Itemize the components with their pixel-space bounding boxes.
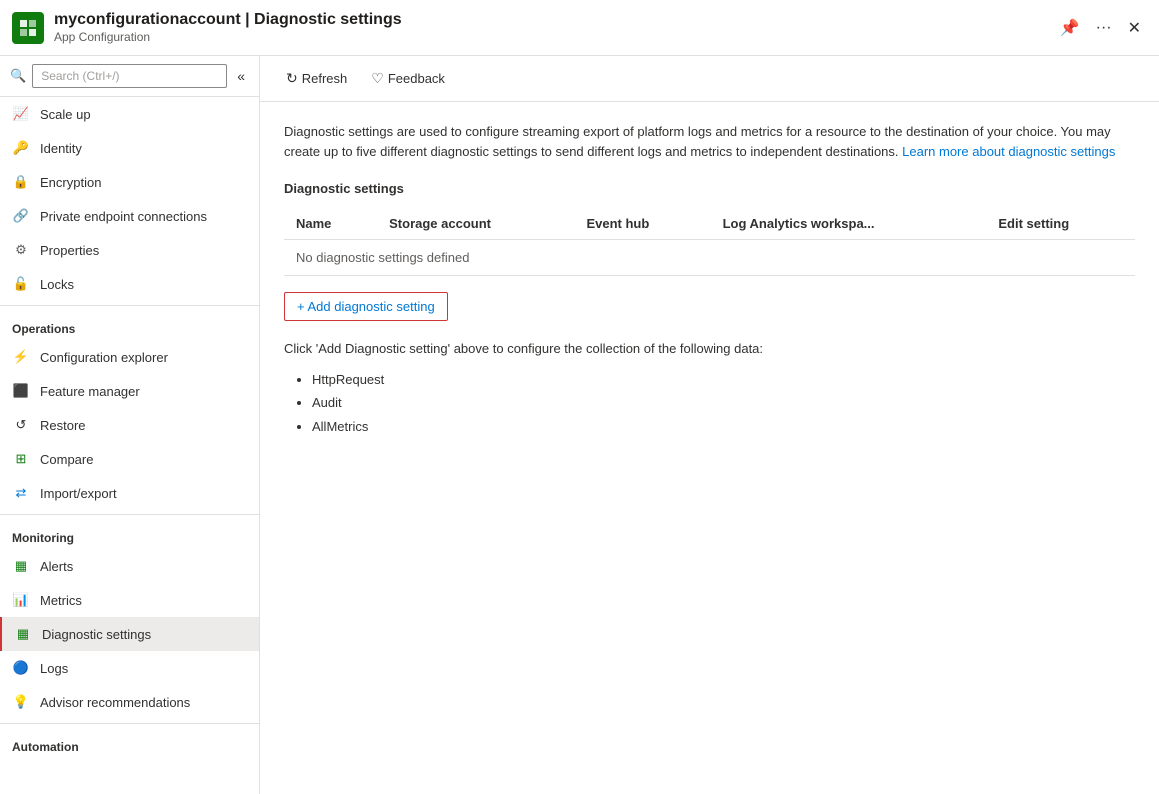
collect-description: Click 'Add Diagnostic setting' above to … (284, 341, 1135, 356)
section-operations: Operations (0, 310, 259, 340)
refresh-button[interactable]: ↻ Refresh (276, 64, 357, 93)
content-area: ↻ Refresh ♡ Feedback Diagnostic settings… (260, 56, 1159, 794)
identity-icon: 🔑 (12, 139, 30, 157)
table-empty-row: No diagnostic settings defined (284, 240, 1135, 276)
page-title: myconfigurationaccount | Diagnostic sett… (54, 11, 1054, 29)
advisor-icon: 💡 (12, 693, 30, 711)
sidebar-item-metrics[interactable]: 📊 Metrics (0, 583, 259, 617)
sidebar-item-label: Private endpoint connections (40, 209, 207, 224)
diagnostic-icon: ▦ (14, 625, 32, 643)
feedback-icon: ♡ (371, 70, 384, 87)
sidebar-item-label: Alerts (40, 559, 73, 574)
logs-icon: 🔵 (12, 659, 30, 677)
sidebar-item-config-explorer[interactable]: ⚡ Configuration explorer (0, 340, 259, 374)
sidebar-item-advisor-recommendations[interactable]: 💡 Advisor recommendations (0, 685, 259, 719)
refresh-label: Refresh (302, 71, 348, 86)
section-automation: Automation (0, 728, 259, 758)
compare-icon: ⊞ (12, 450, 30, 468)
sidebar-item-label: Restore (40, 418, 86, 433)
sidebar-item-compare[interactable]: ⊞ Compare (0, 442, 259, 476)
sidebar: 🔍 « 📈 Scale up 🔑 Identity 🔒 Encryption 🔗… (0, 56, 260, 794)
sidebar-item-encryption[interactable]: 🔒 Encryption (0, 165, 259, 199)
sidebar-item-label: Scale up (40, 107, 91, 122)
sidebar-item-locks[interactable]: 🔓 Locks (0, 267, 259, 301)
sidebar-item-label: Compare (40, 452, 93, 467)
sidebar-item-diagnostic-settings[interactable]: ▦ Diagnostic settings (0, 617, 259, 651)
scale-icon: 📈 (12, 105, 30, 123)
learn-more-link[interactable]: Learn more about diagnostic settings (902, 144, 1115, 159)
alerts-icon: ▦ (12, 557, 30, 575)
properties-icon: ⚙ (12, 241, 30, 259)
title-bar-text: myconfigurationaccount | Diagnostic sett… (54, 11, 1054, 44)
feedback-label: Feedback (388, 71, 445, 86)
section-monitoring: Monitoring (0, 519, 259, 549)
sidebar-divider-operations (0, 305, 259, 306)
sidebar-item-restore[interactable]: ↺ Restore (0, 408, 259, 442)
sidebar-item-identity[interactable]: 🔑 Identity (0, 131, 259, 165)
sidebar-item-label: Metrics (40, 593, 82, 608)
col-storage: Storage account (377, 208, 574, 240)
content-body: Diagnostic settings are used to configur… (260, 102, 1159, 794)
more-options-button[interactable]: ··· (1090, 14, 1118, 42)
sidebar-scroll: 📈 Scale up 🔑 Identity 🔒 Encryption 🔗 Pri… (0, 97, 259, 794)
collapse-button[interactable]: « (233, 66, 249, 86)
col-edit: Edit setting (986, 208, 1135, 240)
empty-message: No diagnostic settings defined (284, 240, 1135, 276)
toolbar: ↻ Refresh ♡ Feedback (260, 56, 1159, 102)
app-config-icon (12, 12, 44, 44)
description-text: Diagnostic settings are used to configur… (284, 122, 1135, 161)
list-item-httprequest: HttpRequest (312, 368, 1135, 391)
close-button[interactable]: ✕ (1122, 14, 1147, 42)
main-layout: 🔍 « 📈 Scale up 🔑 Identity 🔒 Encryption 🔗… (0, 56, 1159, 794)
sidebar-item-alerts[interactable]: ▦ Alerts (0, 549, 259, 583)
sidebar-divider-monitoring (0, 514, 259, 515)
diagnostic-settings-section-title: Diagnostic settings (284, 181, 1135, 196)
sidebar-item-label: Advisor recommendations (40, 695, 190, 710)
col-loganalytics: Log Analytics workspa... (711, 208, 987, 240)
sidebar-item-logs[interactable]: 🔵 Logs (0, 651, 259, 685)
feature-icon: ⬛ (12, 382, 30, 400)
import-icon: ⇄ (12, 484, 30, 502)
sidebar-item-label: Feature manager (40, 384, 140, 399)
refresh-icon: ↻ (286, 70, 298, 87)
sidebar-item-private-endpoint[interactable]: 🔗 Private endpoint connections (0, 199, 259, 233)
col-name: Name (284, 208, 377, 240)
sidebar-item-label: Locks (40, 277, 74, 292)
col-eventhub: Event hub (574, 208, 710, 240)
collect-items-list: HttpRequest Audit AllMetrics (284, 368, 1135, 438)
list-item-allmetrics: AllMetrics (312, 415, 1135, 438)
pin-button[interactable]: 📌 (1054, 14, 1086, 42)
restore-icon: ↺ (12, 416, 30, 434)
sidebar-item-properties[interactable]: ⚙ Properties (0, 233, 259, 267)
endpoint-icon: 🔗 (12, 207, 30, 225)
feedback-button[interactable]: ♡ Feedback (361, 64, 455, 93)
encryption-icon: 🔒 (12, 173, 30, 191)
sidebar-item-label: Configuration explorer (40, 350, 168, 365)
locks-icon: 🔓 (12, 275, 30, 293)
sidebar-item-label: Import/export (40, 486, 117, 501)
sidebar-item-label: Identity (40, 141, 82, 156)
page-subtitle: App Configuration (54, 30, 150, 44)
sidebar-item-scale-up[interactable]: 📈 Scale up (0, 97, 259, 131)
sidebar-item-label: Diagnostic settings (42, 627, 151, 642)
search-input[interactable] (32, 64, 227, 88)
add-diagnostic-setting-button[interactable]: + Add diagnostic setting (284, 292, 448, 321)
sidebar-item-label: Encryption (40, 175, 101, 190)
search-icon: 🔍 (10, 68, 26, 84)
title-bar-actions: 📌 ··· ✕ (1054, 14, 1147, 42)
diagnostic-settings-table: Name Storage account Event hub Log Analy… (284, 208, 1135, 276)
explorer-icon: ⚡ (12, 348, 30, 366)
sidebar-item-import-export[interactable]: ⇄ Import/export (0, 476, 259, 510)
sidebar-item-label: Logs (40, 661, 68, 676)
sidebar-search-bar: 🔍 « (0, 56, 259, 97)
sidebar-item-feature-manager[interactable]: ⬛ Feature manager (0, 374, 259, 408)
list-item-audit: Audit (312, 391, 1135, 414)
sidebar-item-label: Properties (40, 243, 99, 258)
title-bar: myconfigurationaccount | Diagnostic sett… (0, 0, 1159, 56)
sidebar-divider-automation (0, 723, 259, 724)
metrics-icon: 📊 (12, 591, 30, 609)
